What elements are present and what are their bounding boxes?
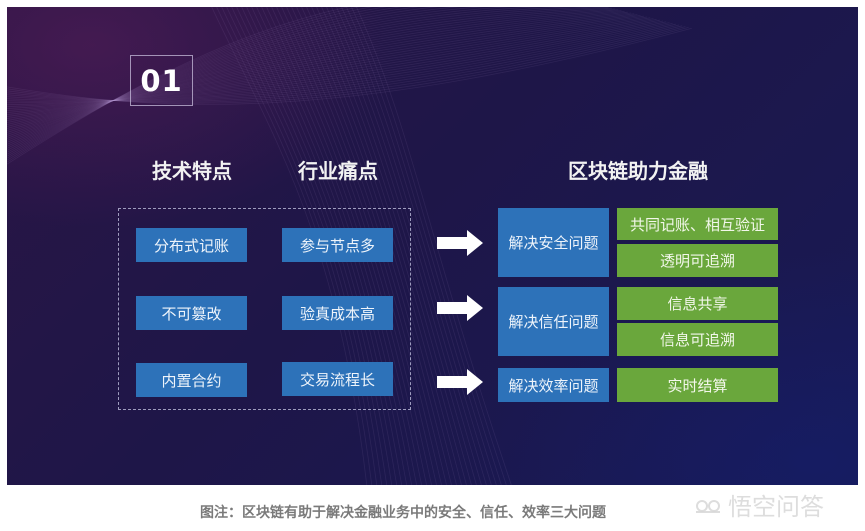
benefit-box: 实时结算 xyxy=(617,368,778,402)
header-blockchain-finance: 区块链助力金融 xyxy=(568,159,708,183)
mesh-line xyxy=(7,7,575,143)
benefit-box: 透明可追溯 xyxy=(617,244,778,277)
right-arrow-icon xyxy=(437,369,483,395)
mesh-line xyxy=(7,14,638,121)
benefit-label: 实时结算 xyxy=(667,376,728,395)
mesh-line xyxy=(7,7,606,141)
benefit-label: 信息共享 xyxy=(667,295,728,313)
mesh-line xyxy=(7,8,616,135)
pain-point-label: 交易流程长 xyxy=(299,370,375,389)
mesh-line xyxy=(7,13,635,123)
benefit-box: 共同记账、相互验证 xyxy=(617,208,778,240)
mesh-line xyxy=(7,22,670,102)
pain-point-box: 参与节点多 xyxy=(282,228,393,262)
wukong-logo-icon xyxy=(696,499,720,513)
right-arrow-icon xyxy=(437,295,483,321)
solution-problem-label: 解决效率问题 xyxy=(508,376,599,395)
mesh-line xyxy=(7,16,648,116)
mesh-line xyxy=(7,7,609,139)
mesh-line xyxy=(7,7,542,145)
right-arrow-icon xyxy=(437,230,483,256)
mesh-line xyxy=(7,7,512,147)
mesh-line xyxy=(7,15,641,119)
mesh-line xyxy=(7,7,388,159)
figure-caption: 图注：区块链有助于解决金融业务中的安全、信任、效率三大问题 xyxy=(200,505,606,521)
benefit-box: 信息共享 xyxy=(617,287,778,320)
mesh-line xyxy=(7,12,632,125)
mesh-line xyxy=(7,26,686,103)
mesh-line xyxy=(7,7,350,165)
pain-point-label: 验真成本高 xyxy=(299,304,375,323)
mesh-line xyxy=(7,7,485,149)
mesh-line xyxy=(7,19,657,110)
benefit-label: 透明可追溯 xyxy=(659,252,735,270)
mesh-line xyxy=(7,7,439,153)
tech-feature-label: 分布式记账 xyxy=(153,236,229,255)
mesh-line xyxy=(7,18,654,112)
mesh-line xyxy=(7,23,673,102)
solution-problem-box: 解决安全问题 xyxy=(498,208,609,277)
mesh-line xyxy=(7,27,692,105)
header-tech-features: 技术特点 xyxy=(152,159,232,183)
tech-feature-label: 内置合约 xyxy=(161,371,222,390)
mesh-line xyxy=(7,21,667,104)
benefit-box: 信息可追溯 xyxy=(617,323,778,356)
mesh-line xyxy=(7,17,651,114)
benefit-label: 信息可追溯 xyxy=(659,331,735,349)
mesh-line xyxy=(7,27,689,104)
mesh-line xyxy=(7,10,622,131)
mesh-line xyxy=(7,24,680,102)
mesh-line xyxy=(7,7,361,163)
mesh-line xyxy=(7,7,420,155)
mesh-line xyxy=(7,7,461,151)
mesh-line xyxy=(7,11,625,129)
mesh-line xyxy=(7,15,644,117)
pain-point-box: 交易流程长 xyxy=(282,362,393,396)
section-number: 01 xyxy=(130,55,193,106)
pain-point-box: 验真成本高 xyxy=(282,296,393,330)
mesh-line xyxy=(7,20,664,106)
header-industry-pain-points: 行业痛点 xyxy=(298,159,378,183)
mesh-line xyxy=(7,19,660,108)
benefit-label: 共同记账、相互验证 xyxy=(629,215,765,234)
solution-problem-label: 解决信任问题 xyxy=(508,313,599,331)
mesh-line xyxy=(7,7,403,157)
solution-problem-box: 解决效率问题 xyxy=(498,368,609,402)
pain-point-label: 参与节点多 xyxy=(299,236,375,255)
solution-problem-label: 解决安全问题 xyxy=(508,234,599,252)
tech-feature-box: 分布式记账 xyxy=(136,228,247,262)
tech-feature-box: 不可篡改 xyxy=(136,296,247,330)
solution-problem-box: 解决信任问题 xyxy=(498,287,609,356)
mesh-line xyxy=(7,7,374,161)
watermark-text: 悟空问答 xyxy=(728,493,824,521)
mesh-line xyxy=(7,25,683,102)
tech-feature-box: 内置合约 xyxy=(136,363,247,397)
mesh-line xyxy=(7,23,676,101)
tech-feature-label: 不可篡改 xyxy=(161,304,222,323)
watermark: 悟空问答 xyxy=(694,487,824,522)
slide: 01 技术特点 行业痛点 区块链助力金融 分布式记账 不可篡改 内置合约 参与节… xyxy=(7,7,858,485)
mesh-line xyxy=(7,7,612,137)
mesh-line xyxy=(7,11,628,127)
mesh-line xyxy=(7,9,619,133)
